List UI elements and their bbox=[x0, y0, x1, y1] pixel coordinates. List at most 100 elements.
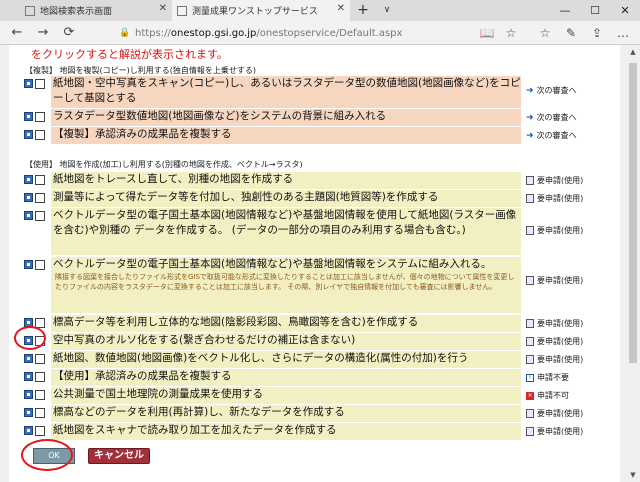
ortho-checkbox[interactable] bbox=[35, 336, 45, 346]
status-label: 要申請(使用) bbox=[526, 408, 583, 419]
next-review-link[interactable]: ➜ 次の審査へ bbox=[526, 85, 577, 96]
new-tab-button[interactable]: + bbox=[352, 0, 374, 21]
status-label: × 申請不可 bbox=[526, 390, 569, 401]
option-label: 紙地図をスキャナで読み取り加工を加えたデータを作成する bbox=[51, 423, 521, 440]
share-icon[interactable]: ⇪ bbox=[586, 23, 608, 43]
help-icon[interactable] bbox=[24, 318, 33, 327]
help-icon[interactable] bbox=[24, 193, 33, 202]
link-label: 次の審査へ bbox=[536, 131, 577, 140]
tab-onestop-service[interactable]: 測量成果ワンストップサービス ✕ bbox=[172, 0, 350, 21]
pen-icon[interactable]: ✎ bbox=[560, 23, 582, 43]
scroll-up-icon[interactable]: ▲ bbox=[626, 45, 640, 59]
help-icon[interactable] bbox=[24, 426, 33, 435]
next-review-link[interactable]: ➜ 次の審査へ bbox=[526, 112, 577, 123]
use-row: 【使用】承認済みの成果品を複製する bbox=[24, 369, 521, 386]
document-icon bbox=[526, 427, 534, 436]
option-label: 測量等によって得たデータ等を付加し、独創性のある主題図(地質図等)を作成する bbox=[51, 190, 521, 207]
address-bar: ← → ⟳ 🔒 https:// onestop.gsi.go.jp /ones… bbox=[0, 21, 640, 45]
scroll-thumb[interactable] bbox=[629, 63, 637, 363]
document-icon bbox=[526, 337, 534, 346]
help-icon[interactable] bbox=[24, 175, 33, 184]
ok-button[interactable]: OK bbox=[33, 448, 75, 464]
use-row: 紙地図をトレースし直して、別種の地図を作成する bbox=[24, 172, 521, 189]
use-checkbox[interactable] bbox=[35, 211, 45, 221]
link-label: 次の審査へ bbox=[536, 86, 577, 95]
help-icon[interactable] bbox=[24, 130, 33, 139]
reading-view-icon[interactable]: 📖 bbox=[476, 23, 498, 43]
use-row: 標高データ等を利用し立体的な地図(陰影段彩図、鳥瞰図等を含む)を作成する bbox=[24, 315, 521, 332]
help-icon[interactable] bbox=[24, 112, 33, 121]
tab-menu-chevron-icon[interactable]: ∨ bbox=[376, 0, 398, 21]
use-checkbox[interactable] bbox=[35, 260, 45, 270]
status-text: 要申請(使用) bbox=[537, 176, 584, 185]
favorite-star-icon[interactable]: ☆ bbox=[500, 23, 522, 43]
use-checkbox[interactable] bbox=[35, 193, 45, 203]
status-text: 要申請(使用) bbox=[537, 276, 584, 285]
option-label: 紙地図をトレースし直して、別種の地図を作成する bbox=[51, 172, 521, 189]
url-field[interactable]: 🔒 https:// onestop.gsi.go.jp /onestopser… bbox=[118, 23, 518, 43]
status-label: 要申請(使用) bbox=[526, 354, 583, 365]
status-label: 要申請(使用) bbox=[526, 318, 583, 329]
back-button[interactable]: ← bbox=[6, 23, 28, 43]
help-icon[interactable] bbox=[24, 79, 33, 88]
page-icon bbox=[25, 5, 35, 16]
scroll-down-icon[interactable]: ▼ bbox=[626, 468, 640, 482]
maximize-button[interactable]: ☐ bbox=[580, 0, 610, 21]
cancel-button[interactable]: キャンセル bbox=[88, 448, 150, 464]
help-icon[interactable] bbox=[24, 260, 33, 269]
help-icon[interactable] bbox=[24, 211, 33, 220]
close-icon[interactable]: ✕ bbox=[337, 3, 345, 14]
use-row: 標高などのデータを利用(再計算)し、新たなデータを作成する bbox=[24, 405, 521, 422]
copy-checkbox[interactable] bbox=[35, 79, 45, 89]
vertical-scrollbar[interactable]: ▲ ▼ bbox=[626, 45, 640, 482]
copy-checkbox[interactable] bbox=[35, 130, 45, 140]
use-checkbox[interactable] bbox=[35, 408, 45, 418]
help-icon[interactable] bbox=[24, 336, 33, 345]
more-menu-icon[interactable]: … bbox=[612, 23, 634, 43]
option-label: 標高などのデータを利用(再計算)し、新たなデータを作成する bbox=[51, 405, 521, 422]
status-label: 要申請(使用) bbox=[526, 275, 583, 286]
lock-icon: 🔒 bbox=[119, 28, 131, 38]
use-checkbox[interactable] bbox=[35, 426, 45, 436]
favorites-bar-icon[interactable]: ☆ bbox=[534, 23, 556, 43]
url-path: /onestopservice/Default.aspx bbox=[256, 27, 403, 39]
title-bar: 地図検索表示画面 ✕ 測量成果ワンストップサービス ✕ + ∨ — ☐ ✕ bbox=[0, 0, 640, 21]
help-icon[interactable] bbox=[24, 372, 33, 381]
forward-button[interactable]: → bbox=[32, 23, 54, 43]
status-label: 要申請(使用) bbox=[526, 193, 583, 204]
document-icon bbox=[526, 355, 534, 364]
option-label: 紙地図、数値地図(地図画像)をベクトル化し、さらにデータの構造化(属性の付加)を… bbox=[51, 351, 521, 368]
url-host: onestop.gsi.go.jp bbox=[170, 27, 257, 39]
status-text: 申請不要 bbox=[537, 373, 569, 382]
status-text: 要申請(使用) bbox=[537, 226, 584, 235]
use-checkbox[interactable] bbox=[35, 318, 45, 328]
use-checkbox[interactable] bbox=[35, 372, 45, 382]
page-icon bbox=[177, 5, 187, 16]
copy-checkbox[interactable] bbox=[35, 112, 45, 122]
refresh-button[interactable]: ⟳ bbox=[58, 23, 80, 43]
document-icon bbox=[526, 226, 534, 235]
use-row: 紙地図、数値地図(地図画像)をベクトル化し、さらにデータの構造化(属性の付加)を… bbox=[24, 351, 521, 368]
minimize-button[interactable]: — bbox=[550, 0, 580, 21]
next-review-link[interactable]: ➜ 次の審査へ bbox=[526, 130, 577, 141]
use-checkbox[interactable] bbox=[35, 390, 45, 400]
status-label: ! 申請不要 bbox=[526, 372, 569, 383]
close-icon[interactable]: ✕ bbox=[159, 3, 167, 14]
use-row: 測量等によって得たデータ等を付加し、独創性のある主題図(地質図等)を作成する bbox=[24, 190, 521, 207]
tab-label: 地図検索表示画面 bbox=[40, 7, 113, 17]
help-icon[interactable] bbox=[24, 354, 33, 363]
link-label: 次の審査へ bbox=[536, 113, 577, 122]
close-window-button[interactable]: ✕ bbox=[610, 0, 640, 21]
use-checkbox[interactable] bbox=[35, 175, 45, 185]
help-icon[interactable] bbox=[24, 408, 33, 417]
help-icon[interactable] bbox=[24, 390, 33, 399]
status-text: 要申請(使用) bbox=[537, 427, 584, 436]
status-text: 要申請(使用) bbox=[537, 409, 584, 418]
tab-map-search[interactable]: 地図検索表示画面 ✕ bbox=[20, 0, 172, 21]
document-icon bbox=[526, 176, 534, 185]
option-label: 【使用】承認済みの成果品を複製する bbox=[51, 369, 521, 386]
status-label: 要申請(使用) bbox=[526, 225, 583, 236]
use-checkbox[interactable] bbox=[35, 354, 45, 364]
use-row: 公共測量で国土地理院の測量成果を使用する bbox=[24, 387, 521, 404]
use-row: ベクトルデータ型の電子国土基本図(地図情報など)や基盤地図情報を使用して紙地図(… bbox=[24, 208, 521, 255]
